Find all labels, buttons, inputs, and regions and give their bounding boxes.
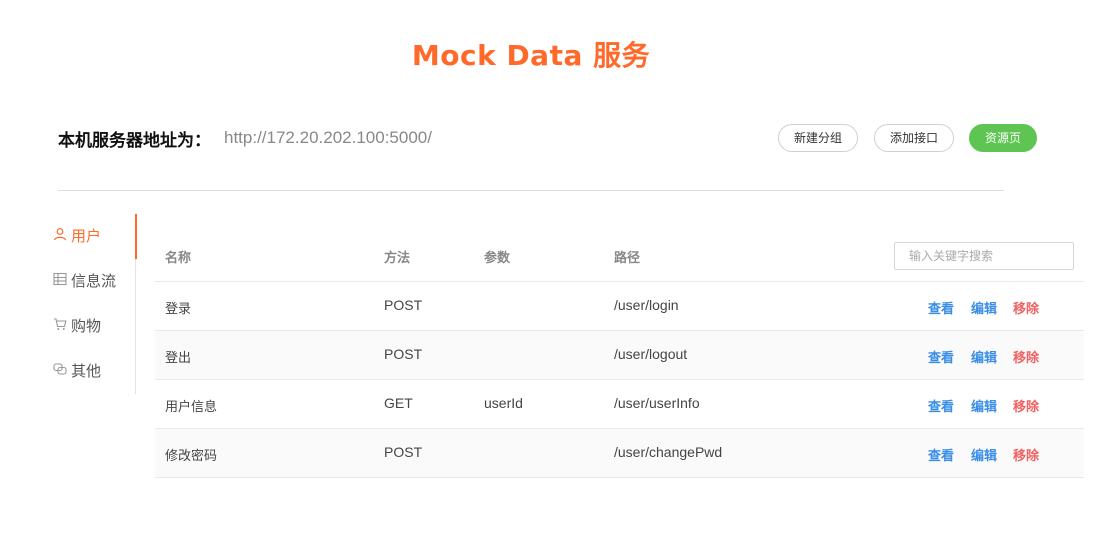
table-header: 名称 方法 参数 路径: [155, 230, 1084, 282]
sidebar-item-shopping[interactable]: 购物: [50, 304, 136, 349]
table-row: 修改密码 POST /user/changePwd 查看 编辑 移除: [155, 429, 1084, 478]
remove-button[interactable]: 移除: [1013, 396, 1039, 415]
sidebar-item-label: 购物: [71, 317, 102, 335]
cell-name: 登录: [165, 302, 192, 317]
feed-icon: [53, 272, 67, 286]
cell-method: POST: [384, 444, 423, 460]
other-icon: [53, 363, 67, 375]
view-button[interactable]: 查看: [928, 298, 954, 317]
view-button[interactable]: 查看: [928, 347, 954, 366]
sidebar: 用户 信息流 购物 其他: [50, 214, 137, 394]
edit-button[interactable]: 编辑: [971, 347, 997, 366]
sidebar-item-label: 信息流: [71, 272, 117, 290]
server-address-bar: 本机服务器地址为： http://172.20.202.100:5000/ 新建…: [58, 124, 1038, 154]
page-title: Mock Data 服务: [411, 39, 651, 72]
sidebar-item-user[interactable]: 用户: [50, 214, 137, 259]
view-button[interactable]: 查看: [928, 396, 954, 415]
cell-params: userId: [484, 395, 523, 411]
search-input[interactable]: [894, 242, 1074, 270]
remove-button[interactable]: 移除: [1013, 445, 1039, 464]
cell-name: 修改密码: [165, 449, 218, 464]
user-icon: [53, 228, 67, 241]
cart-icon: [54, 318, 67, 330]
resource-page-button[interactable]: 资源页: [969, 124, 1037, 152]
column-header-path: 路径: [614, 251, 641, 266]
cell-method: GET: [384, 395, 413, 411]
cell-name: 用户信息: [165, 400, 218, 415]
add-api-button[interactable]: 添加接口: [874, 124, 954, 152]
remove-button[interactable]: 移除: [1013, 298, 1039, 317]
table-row: 登出 POST /user/logout 查看 编辑 移除: [155, 331, 1084, 380]
cell-path: /user/changePwd: [614, 444, 723, 460]
server-address-url[interactable]: http://172.20.202.100:5000/: [224, 128, 432, 148]
server-address-label: 本机服务器地址为：: [58, 131, 211, 151]
table-row: 登录 POST /user/login 查看 编辑 移除: [155, 282, 1084, 331]
column-header-name: 名称: [165, 251, 192, 266]
view-button[interactable]: 查看: [928, 445, 954, 464]
edit-button[interactable]: 编辑: [971, 396, 997, 415]
edit-button[interactable]: 编辑: [971, 445, 997, 464]
cell-path: /user/logout: [614, 346, 688, 362]
header-divider: [58, 190, 1004, 191]
sidebar-item-other[interactable]: 其他: [50, 349, 136, 394]
sidebar-item-label: 用户: [71, 227, 102, 245]
remove-button[interactable]: 移除: [1013, 347, 1039, 366]
column-header-method: 方法: [384, 251, 411, 266]
edit-button[interactable]: 编辑: [971, 298, 997, 317]
cell-path: /user/login: [614, 297, 679, 313]
api-table: 名称 方法 参数 路径 登录 POST /user/login 查看 编辑 移除…: [155, 230, 1084, 478]
cell-path: /user/userInfo: [614, 395, 700, 411]
new-group-button[interactable]: 新建分组: [778, 124, 858, 152]
sidebar-item-feed[interactable]: 信息流: [50, 259, 136, 304]
column-header-params: 参数: [484, 251, 511, 266]
cell-method: POST: [384, 297, 423, 313]
cell-method: POST: [384, 346, 423, 362]
table-row: 用户信息 GET userId /user/userInfo 查看 编辑 移除: [155, 380, 1084, 429]
cell-name: 登出: [165, 351, 192, 366]
sidebar-item-label: 其他: [71, 362, 102, 380]
